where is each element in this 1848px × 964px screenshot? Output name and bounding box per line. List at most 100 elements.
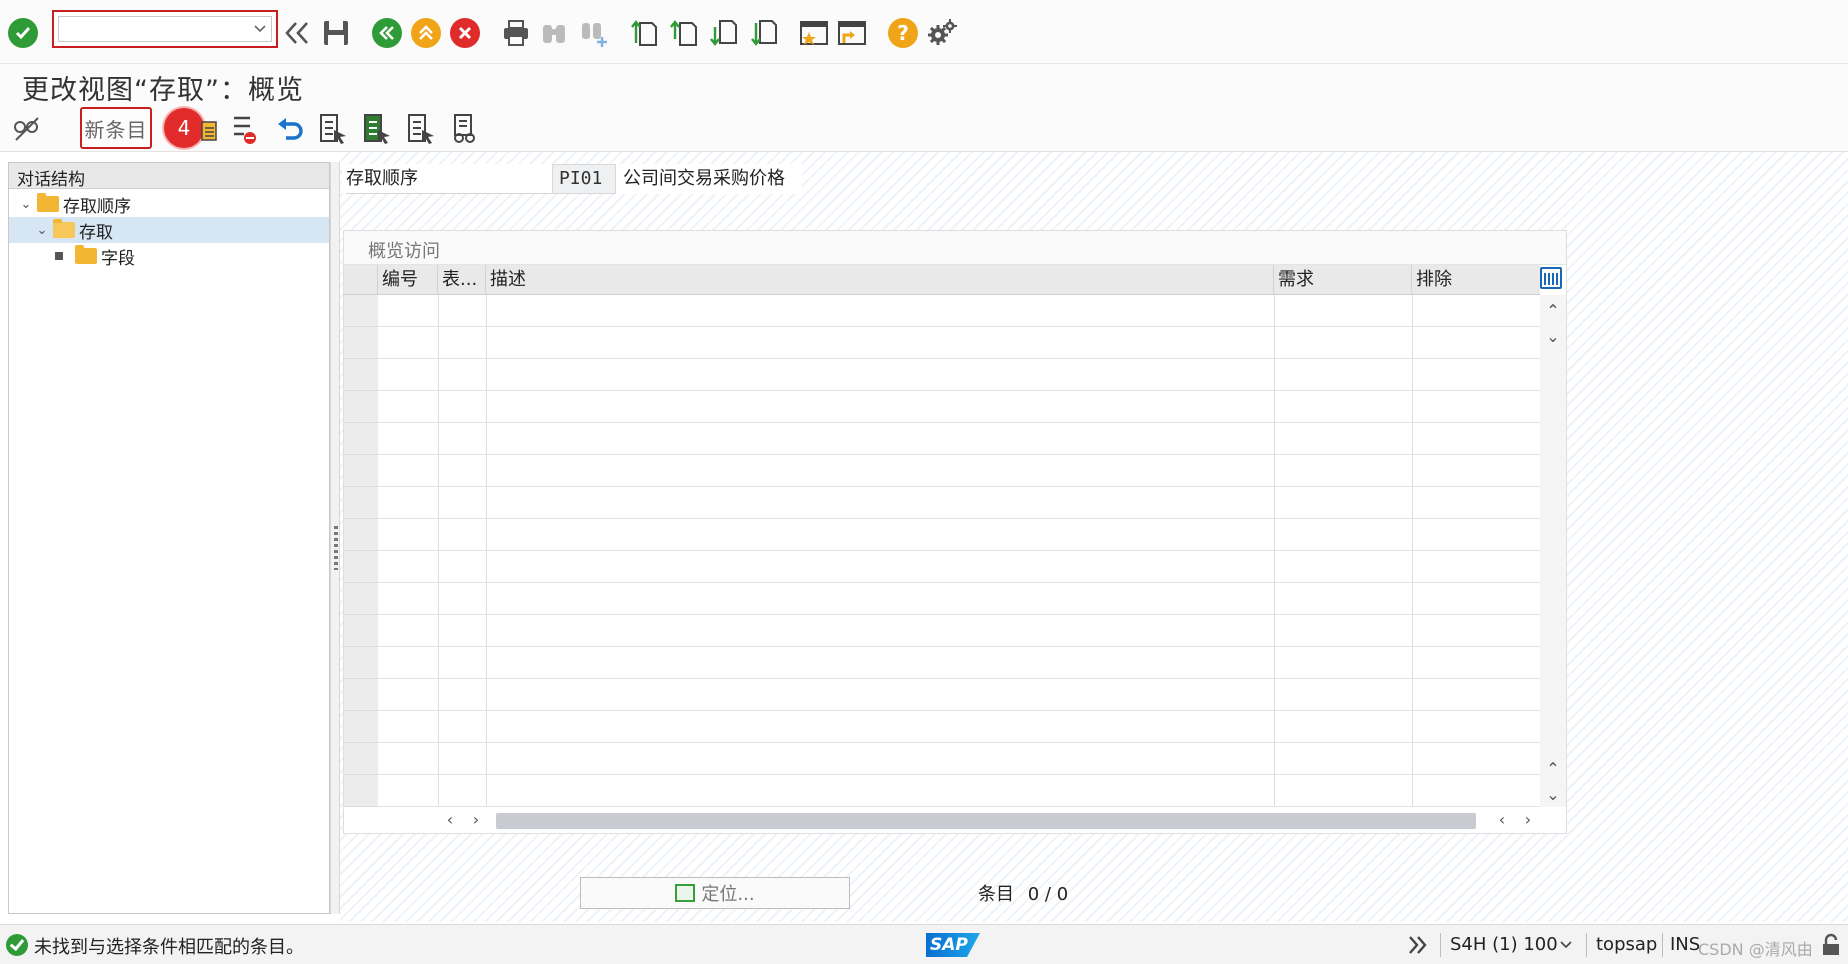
table-row[interactable] bbox=[378, 615, 1540, 647]
table-row[interactable] bbox=[378, 647, 1540, 679]
deselect-all-icon[interactable] bbox=[406, 112, 436, 146]
row-selector[interactable] bbox=[344, 487, 378, 519]
chevron-down-icon[interactable]: ⌄ bbox=[35, 223, 49, 238]
leaf-bullet-icon bbox=[55, 252, 63, 260]
command-input[interactable] bbox=[58, 16, 272, 42]
settings-icon[interactable] bbox=[926, 17, 958, 49]
table-row[interactable] bbox=[378, 359, 1540, 391]
table-row[interactable] bbox=[378, 487, 1540, 519]
table-row[interactable] bbox=[378, 391, 1540, 423]
vertical-scrollbar[interactable]: ⌃ ⌄ ⌃ ⌄ bbox=[1540, 295, 1566, 807]
select-all-column[interactable] bbox=[344, 265, 378, 295]
table-settings-icon[interactable] bbox=[1540, 267, 1562, 289]
shortcut-icon[interactable] bbox=[836, 17, 868, 49]
copy-as-icon[interactable] bbox=[200, 116, 220, 144]
row-selector[interactable] bbox=[344, 583, 378, 615]
find-icon[interactable] bbox=[538, 17, 570, 49]
scroll-page-up-icon[interactable]: ⌃ bbox=[1540, 757, 1566, 781]
help-icon[interactable]: ? bbox=[888, 18, 918, 48]
page-title: 更改视图“存取”：概览 bbox=[22, 75, 304, 106]
find-next-icon[interactable] bbox=[578, 17, 610, 49]
column-header-requirement[interactable]: 需求 bbox=[1274, 265, 1412, 295]
row-selector[interactable] bbox=[344, 551, 378, 583]
expand-status-icon[interactable] bbox=[1406, 933, 1430, 957]
scroll-left-icon[interactable]: ‹ bbox=[1492, 809, 1512, 831]
exit-icon[interactable] bbox=[411, 18, 441, 48]
tree-item-access-sequence[interactable]: ⌄ 存取顺序 bbox=[19, 191, 131, 217]
row-selector[interactable] bbox=[344, 615, 378, 647]
scroll-left-icon[interactable]: ‹ bbox=[440, 809, 460, 831]
chevron-down-icon[interactable] bbox=[252, 20, 268, 36]
scroll-right-icon[interactable]: › bbox=[466, 809, 486, 831]
folder-icon bbox=[75, 245, 97, 264]
compare-icon[interactable] bbox=[450, 112, 480, 146]
chevron-down-icon[interactable]: ⌄ bbox=[19, 197, 33, 212]
lock-icon[interactable] bbox=[1820, 933, 1842, 957]
table-row[interactable] bbox=[378, 327, 1540, 359]
row-selector[interactable] bbox=[344, 647, 378, 679]
table-row[interactable] bbox=[378, 775, 1540, 807]
select-all-icon[interactable] bbox=[318, 112, 348, 146]
create-session-icon[interactable] bbox=[798, 17, 830, 49]
row-selector[interactable] bbox=[344, 391, 378, 423]
previous-page-icon[interactable] bbox=[668, 17, 700, 49]
scroll-up-icon[interactable]: ⌃ bbox=[1540, 299, 1566, 323]
access-sequence-value: PI01 bbox=[552, 164, 616, 194]
column-header-description[interactable]: 描述 bbox=[486, 265, 1274, 295]
row-selector[interactable] bbox=[344, 359, 378, 391]
save-icon[interactable] bbox=[320, 17, 352, 49]
print-icon[interactable] bbox=[500, 17, 532, 49]
select-block-icon[interactable] bbox=[362, 112, 392, 146]
tree-header: 对话结构 bbox=[9, 163, 329, 190]
table-row[interactable] bbox=[378, 679, 1540, 711]
table-row[interactable] bbox=[378, 423, 1540, 455]
table-row[interactable] bbox=[378, 743, 1540, 775]
splitter-grip-icon[interactable] bbox=[334, 526, 338, 570]
next-page-icon[interactable] bbox=[708, 17, 740, 49]
display-change-icon[interactable] bbox=[12, 114, 42, 144]
row-selector[interactable] bbox=[344, 743, 378, 775]
cancel-icon[interactable] bbox=[450, 18, 480, 48]
horizontal-scrollbar[interactable]: ‹ › ‹ › bbox=[440, 809, 1540, 831]
first-page-icon[interactable] bbox=[628, 17, 660, 49]
row-selector[interactable] bbox=[344, 455, 378, 487]
scroll-thumb[interactable] bbox=[496, 813, 1476, 829]
row-selector[interactable] bbox=[344, 423, 378, 455]
tree-item-label: 存取 bbox=[79, 222, 113, 243]
last-page-icon[interactable] bbox=[748, 17, 780, 49]
column-header-exclusion[interactable]: 排除 bbox=[1412, 265, 1540, 295]
table-row[interactable] bbox=[378, 519, 1540, 551]
command-field[interactable] bbox=[52, 10, 278, 48]
undo-icon[interactable] bbox=[276, 116, 306, 142]
row-selector[interactable] bbox=[344, 679, 378, 711]
row-selector[interactable] bbox=[344, 519, 378, 551]
table-body bbox=[344, 295, 1541, 807]
system-toolbar: ? bbox=[0, 0, 1848, 64]
delete-icon[interactable] bbox=[230, 112, 260, 146]
tree-item-fields[interactable]: 字段 bbox=[55, 243, 135, 269]
table-row[interactable] bbox=[378, 455, 1540, 487]
table-row[interactable] bbox=[378, 711, 1540, 743]
panel-splitter[interactable] bbox=[330, 162, 340, 914]
scroll-right-icon[interactable]: › bbox=[1518, 809, 1538, 831]
position-button[interactable]: 定位... bbox=[580, 877, 850, 909]
table-row[interactable] bbox=[378, 583, 1540, 615]
chevron-down-icon[interactable] bbox=[1558, 937, 1574, 953]
table-row[interactable] bbox=[378, 295, 1540, 327]
row-selector[interactable] bbox=[344, 775, 378, 807]
row-selector[interactable] bbox=[344, 295, 378, 327]
row-selector[interactable] bbox=[344, 711, 378, 743]
column-header-number[interactable]: 编号 bbox=[378, 265, 438, 295]
scroll-page-down-icon[interactable]: ⌄ bbox=[1540, 783, 1566, 807]
table-row[interactable] bbox=[378, 551, 1540, 583]
column-header-table[interactable]: 表... bbox=[438, 265, 486, 295]
row-selector[interactable] bbox=[344, 327, 378, 359]
enter-icon[interactable] bbox=[8, 18, 38, 48]
status-message[interactable]: 未找到与选择条件相匹配的条目。 bbox=[34, 933, 304, 959]
position-icon bbox=[675, 884, 696, 902]
back-icon[interactable] bbox=[372, 18, 402, 48]
history-back-icon[interactable] bbox=[282, 17, 314, 49]
scroll-down-icon[interactable]: ⌄ bbox=[1540, 325, 1566, 349]
new-entries-button[interactable]: 新条目 bbox=[80, 107, 152, 149]
tree-item-access[interactable]: ⌄ 存取 bbox=[9, 217, 329, 243]
